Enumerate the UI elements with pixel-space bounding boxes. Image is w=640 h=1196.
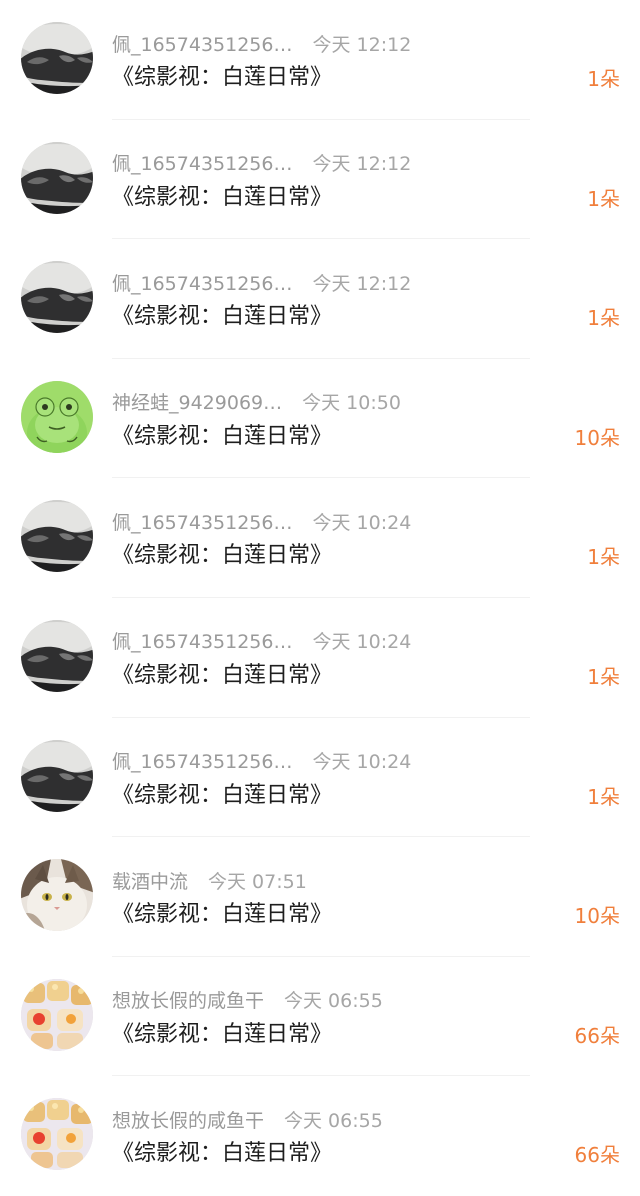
username[interactable]: 佩_16574351256…: [112, 149, 292, 176]
username[interactable]: 想放长假的咸鱼干: [112, 986, 264, 1013]
record-meta: 佩_16574351256… 今天 12:12: [112, 150, 411, 176]
flower-count: 10朵: [574, 425, 620, 450]
list-item[interactable]: 佩_16574351256… 今天 10:24 《综影视：白莲日常》 1朵: [0, 598, 640, 718]
shoe-avatar-image: [21, 22, 93, 94]
timestamp: 今天 12:12: [312, 33, 412, 56]
timestamp: 今天 12:12: [312, 153, 412, 176]
book-title[interactable]: 《综影视：白莲日常》: [112, 540, 332, 572]
shoe-avatar-image: [21, 141, 93, 214]
food-avatar-image: [21, 978, 93, 1051]
username[interactable]: 佩_16574351256…: [112, 747, 292, 774]
list-item[interactable]: 佩_16574351256… 今天 12:12 《综影视：白莲日常》 1朵: [0, 239, 640, 359]
avatar[interactable]: [21, 739, 93, 812]
food-avatar-image: [21, 1098, 93, 1171]
username[interactable]: 佩_16574351256…: [112, 508, 292, 535]
record-meta: 佩_16574351256… 今天 12:12: [112, 30, 411, 56]
flower-count: 1朵: [587, 784, 620, 809]
avatar[interactable]: [21, 380, 93, 453]
timestamp: 今天 07:51: [208, 870, 307, 893]
record-meta: 佩_16574351256… 今天 10:24: [112, 508, 411, 534]
gift-record-list: 佩_16574351256… 今天 12:12 《综影视：白莲日常》 1朵 佩_…: [0, 0, 640, 1196]
list-item[interactable]: 佩_16574351256… 今天 12:12 《综影视：白莲日常》 1朵: [0, 0, 640, 120]
timestamp: 今天 06:55: [284, 1109, 383, 1132]
record-meta: 想放长假的咸鱼干 今天 06:55: [112, 1106, 383, 1132]
timestamp: 今天 06:55: [284, 990, 383, 1013]
flower-count: 10朵: [574, 904, 620, 929]
list-item[interactable]: 想放长假的咸鱼干 今天 06:55 《综影视：白莲日常》 66朵: [0, 1076, 640, 1196]
username[interactable]: 想放长假的咸鱼干: [112, 1106, 264, 1133]
book-title[interactable]: 《综影视：白莲日常》: [112, 301, 332, 333]
username[interactable]: 佩_16574351256…: [112, 30, 292, 57]
list-item[interactable]: 佩_16574351256… 今天 12:12 《综影视：白莲日常》 1朵: [0, 120, 640, 240]
username[interactable]: 佩_16574351256…: [112, 627, 292, 654]
username[interactable]: 佩_16574351256…: [112, 269, 292, 296]
list-item[interactable]: 想放长假的咸鱼干 今天 06:55 《综影视：白莲日常》 66朵: [0, 957, 640, 1077]
flower-count: 1朵: [587, 306, 620, 331]
book-title[interactable]: 《综影视：白莲日常》: [112, 1019, 332, 1051]
flower-count: 66朵: [574, 1143, 620, 1168]
flower-count: 1朵: [587, 186, 620, 211]
flower-count: 1朵: [587, 67, 620, 91]
shoe-avatar-image: [21, 500, 93, 573]
book-title[interactable]: 《综影视：白莲日常》: [112, 780, 332, 812]
shoe-avatar-image: [21, 739, 93, 812]
book-title[interactable]: 《综影视：白莲日常》: [112, 421, 332, 453]
record-meta: 佩_16574351256… 今天 10:24: [112, 628, 411, 654]
list-item[interactable]: 神经蛙_9429069… 今天 10:50 《综影视：白莲日常》 10朵: [0, 359, 640, 479]
flower-count: 1朵: [587, 664, 620, 689]
username[interactable]: 载酒中流: [112, 867, 188, 894]
book-title[interactable]: 《综影视：白莲日常》: [112, 899, 332, 931]
shoe-avatar-image: [21, 261, 93, 334]
avatar[interactable]: [21, 1098, 93, 1171]
record-meta: 载酒中流 今天 07:51: [112, 867, 307, 893]
avatar[interactable]: [21, 859, 93, 932]
record-meta: 想放长假的咸鱼干 今天 06:55: [112, 987, 383, 1013]
avatar[interactable]: [21, 261, 93, 334]
book-title[interactable]: 《综影视：白莲日常》: [112, 182, 332, 214]
avatar[interactable]: [21, 22, 93, 94]
record-meta: 佩_16574351256… 今天 12:12: [112, 269, 411, 295]
avatar[interactable]: [21, 500, 93, 573]
timestamp: 今天 10:24: [312, 511, 412, 534]
book-title[interactable]: 《综影视：白莲日常》: [112, 62, 332, 94]
timestamp: 今天 10:24: [312, 751, 412, 774]
timestamp: 今天 12:12: [312, 272, 412, 295]
shoe-avatar-image: [21, 619, 93, 692]
list-item[interactable]: 佩_16574351256… 今天 10:24 《综影视：白莲日常》 1朵: [0, 478, 640, 598]
cat-avatar-image: [21, 859, 93, 932]
book-title[interactable]: 《综影视：白莲日常》: [112, 660, 332, 692]
avatar[interactable]: [21, 619, 93, 692]
frog-avatar-image: [21, 380, 93, 453]
avatar[interactable]: [21, 141, 93, 214]
timestamp: 今天 10:24: [312, 631, 412, 654]
record-meta: 神经蛙_9429069… 今天 10:50: [112, 389, 401, 415]
username[interactable]: 神经蛙_9429069…: [112, 388, 282, 415]
flower-count: 1朵: [587, 545, 620, 570]
flower-count: 66朵: [574, 1023, 620, 1048]
timestamp: 今天 10:50: [302, 392, 401, 415]
list-item[interactable]: 佩_16574351256… 今天 10:24 《综影视：白莲日常》 1朵: [0, 718, 640, 838]
book-title[interactable]: 《综影视：白莲日常》: [112, 1138, 332, 1170]
avatar[interactable]: [21, 978, 93, 1051]
list-item[interactable]: 载酒中流 今天 07:51 《综影视：白莲日常》 10朵: [0, 837, 640, 957]
record-meta: 佩_16574351256… 今天 10:24: [112, 748, 411, 774]
